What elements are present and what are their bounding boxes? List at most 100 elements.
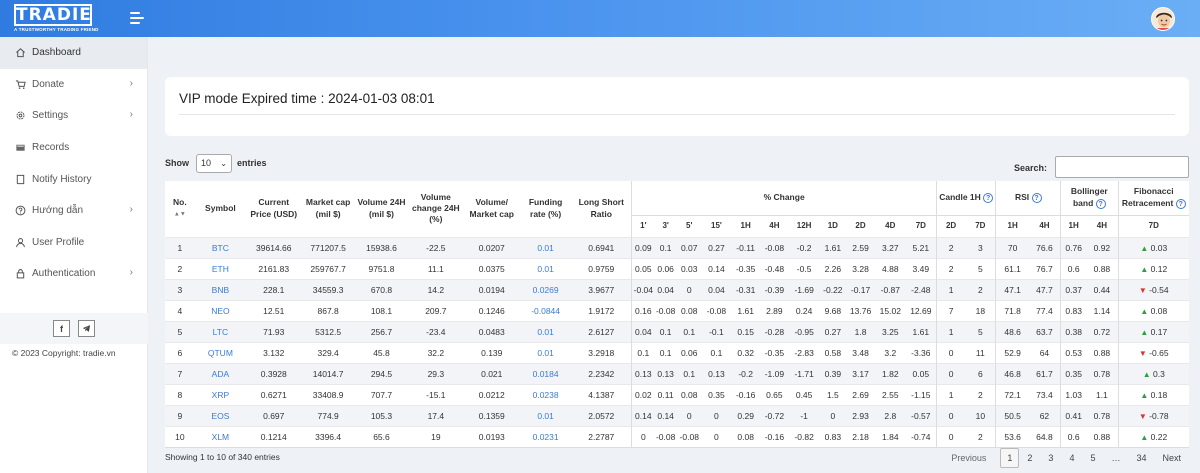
pct-change-cell: 3.28	[852, 263, 869, 274]
funding-rate-link[interactable]: 0.0184	[520, 363, 571, 384]
header-funding-rate[interactable]: Funding rate (%)	[520, 181, 571, 237]
pct-change-cell: -2.83	[794, 347, 814, 358]
help-circle-icon[interactable]: ?	[1031, 192, 1042, 203]
header-chg-1h[interactable]: 1H	[731, 214, 761, 237]
header-market-cap[interactable]: Market cap (mil $)	[301, 181, 354, 237]
funding-rate-link[interactable]: 0.01	[520, 321, 571, 342]
brand-logo[interactable]: TRADIE A TRUSTWORTHY TRADING FRIEND	[14, 4, 98, 32]
funding-rate-link[interactable]: 0.0238	[520, 384, 571, 405]
entries-per-page-select[interactable]: 10 ⌄	[196, 154, 232, 173]
pagination-page-34[interactable]: 34	[1128, 448, 1154, 468]
funding-rate-link[interactable]: 0.0269	[520, 279, 571, 300]
header-symbol[interactable]: Symbol	[195, 181, 246, 237]
row-number: 6	[177, 347, 183, 358]
header-chg-15m[interactable]: 15'	[701, 214, 732, 237]
pct-change-cell: 3.25	[882, 326, 899, 337]
row-number: 3	[177, 284, 183, 295]
market-cap: 259767.7	[310, 263, 346, 274]
sidebar-item-dashboard[interactable]: Dashboard	[0, 37, 147, 69]
symbol-link[interactable]: BNB	[195, 279, 246, 300]
symbol-link[interactable]: EOS	[195, 405, 246, 426]
funding-rate-link[interactable]: 0.01	[520, 405, 571, 426]
user-avatar[interactable]	[1151, 7, 1175, 31]
header-chg-12h[interactable]: 12H	[788, 214, 820, 237]
header-volume-market-cap[interactable]: Volume/ Market cap	[464, 181, 520, 237]
pagination-page-4[interactable]: 4	[1061, 448, 1082, 468]
funding-rate-link[interactable]: 0.0231	[520, 426, 571, 447]
hamburger-menu-icon[interactable]	[130, 12, 144, 24]
funding-rate-link[interactable]: 0.01	[520, 258, 571, 279]
header-chg-1m[interactable]: 1'	[631, 214, 655, 237]
bb-4h: 1.1	[1095, 389, 1108, 400]
header-chg-4d[interactable]: 4D	[874, 214, 906, 237]
sidebar-item-huong-dan[interactable]: Hướng dẫn ›	[0, 195, 147, 227]
pct-change-cell: 2.55	[882, 389, 899, 400]
pct-change-cell: 0.06	[657, 263, 674, 274]
header-chg-1d[interactable]: 1D	[819, 214, 847, 237]
header-candle-2d[interactable]: 2D	[935, 214, 966, 237]
header-candle-7d[interactable]: 7D	[965, 214, 996, 237]
sidebar-item-notify-history[interactable]: Notify History	[0, 163, 147, 195]
symbol-link[interactable]: LTC	[195, 321, 246, 342]
pagination-page-3[interactable]: 3	[1040, 448, 1061, 468]
pagination-page-5[interactable]: 5	[1082, 448, 1103, 468]
volume-market-cap: 0.0207	[478, 242, 505, 253]
help-circle-icon[interactable]: ?	[1095, 198, 1106, 209]
candle-7d: 2	[977, 431, 983, 442]
sidebar-item-donate[interactable]: Donate ›	[0, 69, 147, 101]
symbol-link[interactable]: XLM	[195, 426, 246, 447]
pct-change-cell: -1.71	[794, 368, 814, 379]
help-circle-icon[interactable]: ?	[983, 192, 994, 203]
vip-expired-title: VIP mode Expired time : 2024-01-03 08:01	[179, 91, 435, 106]
header-fib-7d[interactable]: 7D	[1117, 214, 1189, 237]
header-chg-4h[interactable]: 4H	[760, 214, 789, 237]
symbol-link[interactable]: ADA	[195, 363, 246, 384]
sidebar-item-authentication[interactable]: Authentication ›	[0, 258, 147, 290]
pagination-next[interactable]: Next	[1154, 448, 1189, 468]
header-volume-24h[interactable]: Volume 24H (mil $)	[355, 181, 408, 237]
header-current-price[interactable]: Current Price (USD)	[246, 181, 301, 237]
telegram-icon[interactable]	[78, 320, 95, 337]
sidebar-item-user-profile[interactable]: User Profile	[0, 227, 147, 259]
pct-change-cell: 0.11	[657, 389, 674, 400]
symbol-link[interactable]: ETH	[195, 258, 246, 279]
header-chg-3m[interactable]: 3'	[654, 214, 677, 237]
header-bb-4h[interactable]: 4H	[1086, 214, 1119, 237]
header-volume-change[interactable]: Volume change 24H (%)	[408, 181, 463, 237]
header-long-short-ratio[interactable]: Long Short Ratio	[571, 181, 632, 237]
volume-24h: 9751.8	[368, 263, 395, 274]
header-rsi-1h[interactable]: 1H	[995, 214, 1029, 237]
pagination-page-2[interactable]: 2	[1019, 448, 1040, 468]
fibonacci-7d: ▲ 0.12	[1117, 258, 1189, 279]
sidebar-item-settings[interactable]: Settings ›	[0, 100, 147, 132]
facebook-icon[interactable]: f	[53, 320, 70, 337]
pagination-page-1[interactable]: 1	[1000, 448, 1020, 468]
header-chg-7d[interactable]: 7D	[905, 214, 937, 237]
header-chg-5m[interactable]: 5'	[676, 214, 702, 237]
help-circle-icon[interactable]: ?	[1175, 198, 1186, 209]
triangle-up-icon: ▲	[1140, 306, 1149, 316]
symbol-link[interactable]: XRP	[195, 384, 246, 405]
header-bb-1h[interactable]: 1H	[1060, 214, 1087, 237]
funding-rate-link[interactable]: 0.01	[520, 237, 571, 258]
sidebar-item-records[interactable]: Records	[0, 132, 147, 164]
funding-rate-link[interactable]: 0.01	[520, 342, 571, 363]
pct-change-cell: 0.27	[824, 326, 842, 337]
bb-4h: 0.44	[1093, 284, 1111, 295]
fibonacci-value: 0.03	[1150, 242, 1168, 253]
header-no[interactable]: No. ▲▼	[165, 181, 195, 237]
symbol-link[interactable]: QTUM	[195, 342, 246, 363]
triangle-down-icon: ▼	[1138, 285, 1147, 295]
header-bollinger-band: Bollinger band ?	[1060, 181, 1119, 215]
funding-rate-link[interactable]: -0.0844	[520, 300, 571, 321]
pct-change-cell: -0.08	[706, 305, 727, 316]
header-chg-2d[interactable]: 2D	[846, 214, 875, 237]
pct-change-cell: -1	[800, 410, 808, 421]
pagination-previous[interactable]: Previous	[943, 448, 994, 468]
pct-change-cell: 2.93	[852, 410, 869, 421]
symbol-link[interactable]: BTC	[195, 237, 246, 258]
header-rsi-4h[interactable]: 4H	[1028, 214, 1061, 237]
search-input[interactable]	[1055, 156, 1189, 178]
pct-change-cell: 1.61	[824, 242, 842, 253]
symbol-link[interactable]: NEO	[195, 300, 246, 321]
